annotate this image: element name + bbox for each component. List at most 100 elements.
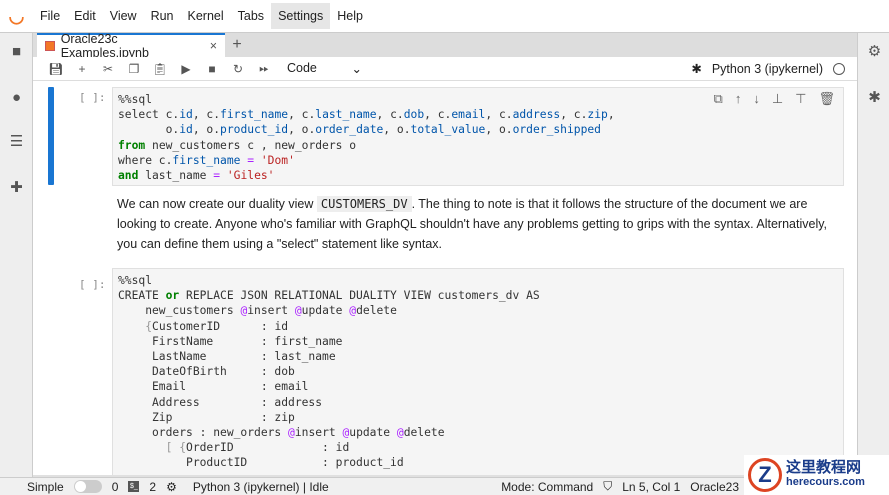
cell-type-select[interactable]: Code ⌄ [287, 61, 362, 76]
code-token: delete [403, 426, 445, 440]
kernel-name[interactable]: Python 3 (ipykernel) [712, 62, 823, 76]
code-token: , o. [288, 123, 316, 137]
inline-code: CUSTOMERS_DV [316, 196, 412, 212]
code-line: [ {OrderID : id [118, 440, 838, 455]
code-line: select c.id, c.first_name, c.last_name, … [118, 107, 838, 122]
code-line: %%sql [118, 273, 838, 288]
code-token: zip [587, 108, 608, 122]
running-icon[interactable]: ● [8, 89, 25, 106]
code-token: insert [247, 304, 295, 318]
cut-icon[interactable]: ✂ [95, 62, 121, 76]
tab-bar: Oracle23c Examples.ipynb × + [33, 32, 857, 60]
code-token: , o. [383, 123, 411, 137]
close-icon[interactable]: × [210, 39, 217, 53]
property-inspector-icon[interactable]: ⚙ [866, 43, 883, 60]
watermark-url: herecours.com [786, 476, 865, 488]
duplicate-cell-icon[interactable]: ⧉ [714, 91, 723, 107]
code-line: Zip : zip [118, 410, 838, 425]
code-token: , c. [288, 108, 316, 122]
code-token: [ { [165, 441, 187, 455]
code-line: ProductID : product_id [118, 455, 838, 470]
code-token: email [451, 108, 486, 122]
move-up-icon[interactable]: ↑ [735, 91, 742, 107]
add-tab-button[interactable]: + [225, 33, 249, 57]
trusted-icon: ⛉ [603, 479, 613, 493]
kernel-status[interactable]: Python 3 (ipykernel) | Idle [193, 480, 329, 494]
kernel-count[interactable]: 2 [149, 480, 156, 494]
watermark-logo: Z 这里教程网 herecours.com [744, 455, 889, 495]
simple-mode-toggle[interactable] [73, 480, 102, 493]
toc-icon[interactable]: ☰ [8, 133, 25, 150]
menu-kernel[interactable]: Kernel [181, 3, 231, 29]
restart-icon[interactable]: ↻ [225, 62, 251, 76]
insert-above-icon[interactable]: ⊥ [772, 91, 783, 107]
code-cell-1[interactable]: [ ]: %%sql select c.id, c.first_name, c.l… [33, 81, 857, 187]
copy-icon[interactable]: ❐ [121, 62, 147, 76]
code-line: CREATE or REPLACE JSON RELATIONAL DUALIT… [118, 288, 838, 303]
folder-icon[interactable]: ■ [8, 43, 25, 60]
code-token: id [179, 123, 193, 137]
save-icon[interactable]: 💾︎ [43, 62, 69, 76]
code-token: id [179, 108, 193, 122]
code-token: delete [356, 304, 397, 318]
watermark-icon: Z [748, 458, 782, 492]
code-token: , c. [560, 108, 588, 122]
left-sidebar: ■ ● ☰ ✚ [0, 33, 33, 477]
code-token: address [512, 108, 561, 122]
code-token: FirstName : first_name [118, 334, 343, 348]
code-token: where c. [118, 153, 173, 167]
notebook-panel[interactable]: [ ]: %%sql select c.id, c.first_name, c.l… [33, 81, 857, 475]
terminal-count[interactable]: 0 [112, 480, 119, 494]
code-token: OrderID : id [186, 441, 350, 455]
code-token: Address : address [118, 395, 323, 409]
code-token: CREATE [118, 289, 166, 303]
menu-view[interactable]: View [103, 3, 144, 29]
code-line: FirstName : first_name [118, 334, 838, 349]
code-token: dob [403, 108, 425, 122]
menu-tabs[interactable]: Tabs [231, 3, 271, 29]
delete-cell-icon[interactable]: 🗑︎ [818, 91, 835, 107]
extension-icon[interactable]: ✚ [8, 179, 25, 196]
code-token: CustomerID : id [152, 319, 289, 333]
code-token: @ [294, 304, 302, 318]
code-token: new_customers c , new_orders o [145, 138, 357, 152]
code-line: where c.first_name = 'Dom' [118, 153, 838, 168]
insert-below-icon[interactable]: ⊤ [795, 91, 806, 107]
menu-run[interactable]: Run [144, 3, 181, 29]
code-line: LastName : last_name [118, 349, 838, 364]
code-token: insert [294, 426, 343, 440]
stop-icon[interactable]: ■ [199, 62, 225, 76]
add-cell-icon[interactable]: + [69, 62, 95, 76]
run-all-icon[interactable]: ⏩︎ [251, 61, 277, 76]
menu-edit[interactable]: Edit [67, 3, 103, 29]
menu-file[interactable]: File [33, 3, 67, 29]
tab-notebook[interactable]: Oracle23c Examples.ipynb × [37, 32, 225, 60]
code-token: { [145, 319, 153, 333]
code-line: DateOfBirth : dob [118, 364, 838, 379]
code-token: REPLACE JSON RELATIONAL DUALITY VIEW cus… [179, 289, 540, 303]
code-token: from [118, 138, 146, 152]
code-token: and [118, 169, 139, 183]
active-cell-indicator [48, 87, 54, 185]
menu-settings[interactable]: Settings [271, 3, 331, 29]
menu-help[interactable]: Help [330, 3, 370, 29]
cell-type-value: Code [287, 61, 317, 75]
code-editor[interactable]: %%sql CREATE or REPLACE JSON RELATIONAL D… [112, 268, 844, 475]
run-icon[interactable]: ▶ [173, 62, 199, 76]
cell-prompt: [ ]: [79, 91, 106, 104]
markdown-text: We can now create our duality view [117, 197, 317, 211]
move-down-icon[interactable]: ↓ [753, 91, 760, 107]
code-token: , o. [192, 123, 221, 137]
debugger-icon[interactable]: ✱ [866, 89, 883, 106]
paste-icon[interactable]: 📋︎ [147, 62, 173, 76]
code-token: o. [118, 123, 180, 137]
cursor-position[interactable]: Ln 5, Col 1 [622, 480, 680, 494]
jupyter-logo-icon: ◡ [8, 5, 25, 26]
code-token: update [349, 426, 397, 440]
terminal-icon: $_ [128, 481, 140, 492]
code-cell-2[interactable]: [ ]: %%sql CREATE or REPLACE JSON RELATIO… [33, 268, 857, 475]
notebook-toolbar: 💾︎ + ✂ ❐ 📋︎ ▶ ■ ↻ ⏩︎ Code ⌄ ✱ Python 3 (… [33, 57, 857, 81]
bug-icon[interactable]: ✱ [691, 61, 701, 76]
code-token: , c. [485, 108, 513, 122]
